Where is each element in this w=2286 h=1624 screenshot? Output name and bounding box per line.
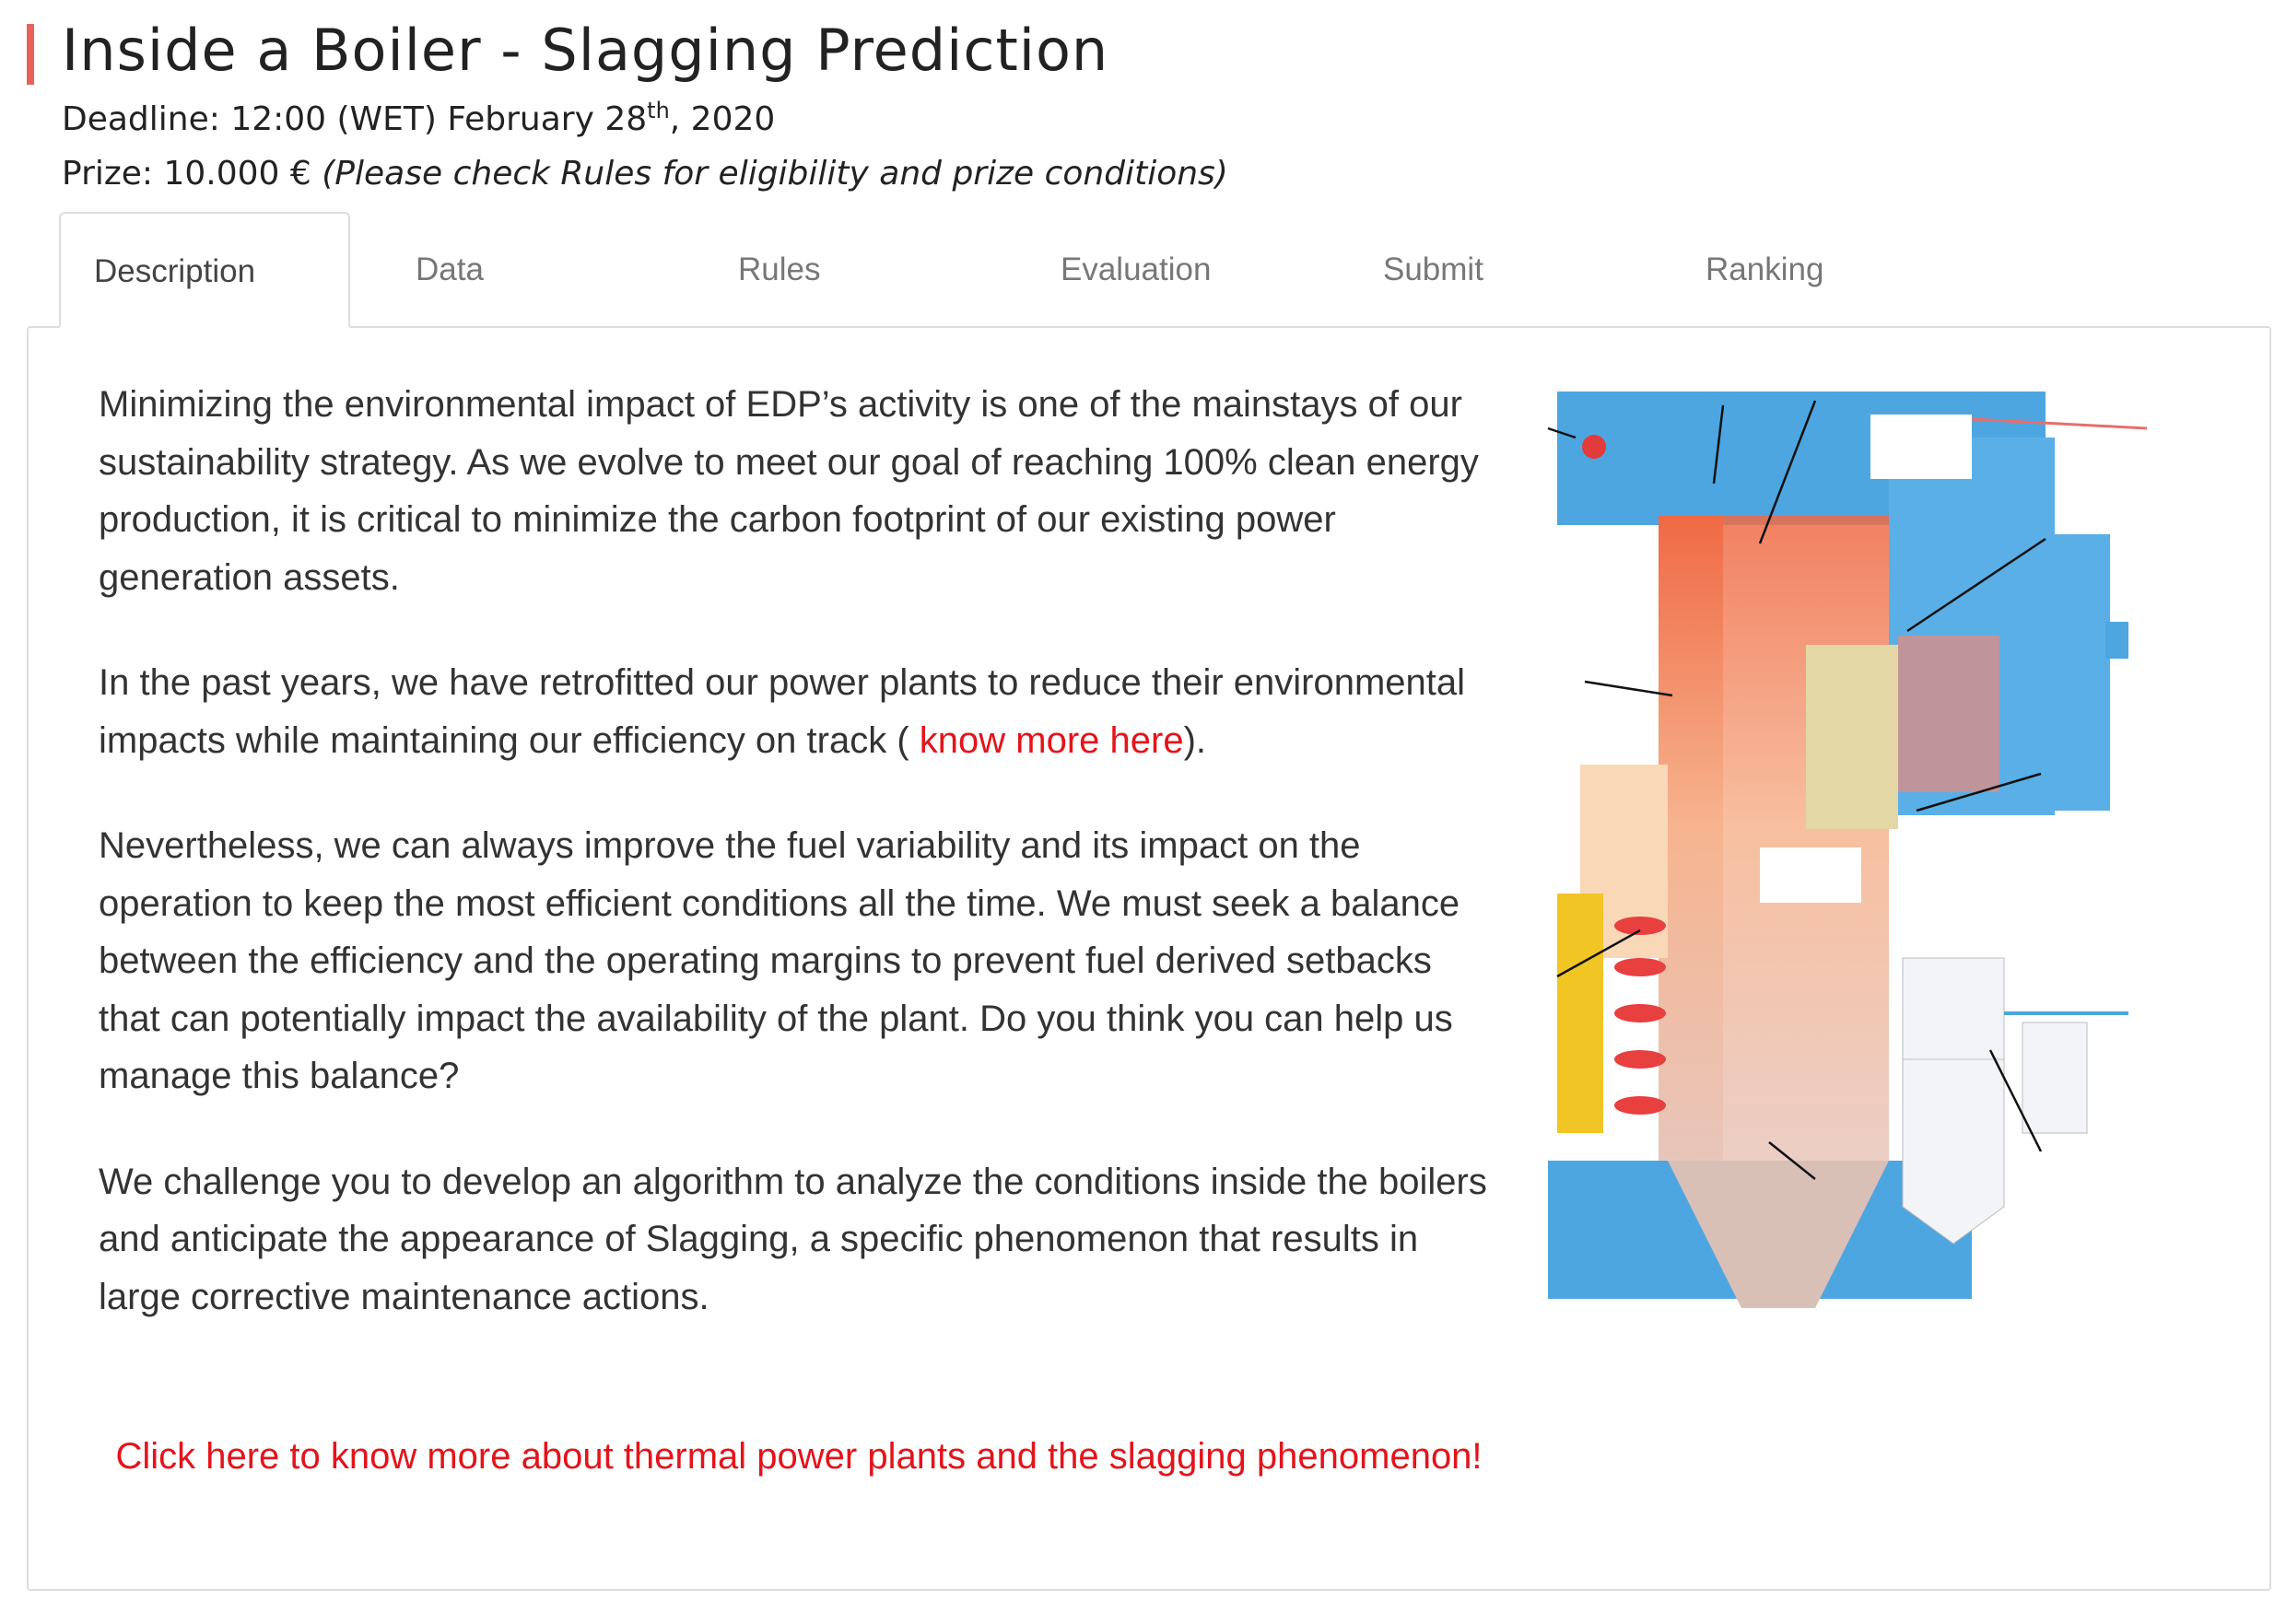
- tab-submit[interactable]: Submit: [1383, 212, 1483, 328]
- paragraph-3: Nevertheless, we can always improve the …: [99, 825, 1460, 1096]
- paragraph-2: In the past years, we have retrofitted o…: [99, 662, 1466, 761]
- boiler-diagram: [1547, 391, 2148, 1308]
- paragraph-1: Minimizing the environmental impact of E…: [99, 384, 1479, 598]
- paragraph-4: We challenge you to develop an algorithm…: [99, 1161, 1487, 1317]
- tab-description[interactable]: Description: [59, 212, 350, 328]
- slagging-info-link[interactable]: Click here to know more about thermal po…: [99, 1428, 1499, 1486]
- description-text: Minimizing the environmental impact of E…: [99, 376, 1499, 1373]
- prize: Prize: 10.000 € (Please check Rules for …: [62, 155, 1228, 193]
- deadline: Deadline: 12:00 (WET) February 28th, 202…: [62, 98, 776, 138]
- tab-ranking[interactable]: Ranking: [1706, 212, 1823, 328]
- know-more-link[interactable]: know more here: [909, 720, 1184, 761]
- tab-bar: Description Data Rules Evaluation Submit…: [59, 212, 2270, 328]
- page-title: Inside a Boiler - Slagging Prediction: [62, 17, 1109, 84]
- title-accent-bar: [27, 24, 34, 85]
- tab-rules[interactable]: Rules: [738, 212, 820, 328]
- tab-evaluation[interactable]: Evaluation: [1061, 212, 1211, 328]
- tab-data[interactable]: Data: [416, 212, 484, 328]
